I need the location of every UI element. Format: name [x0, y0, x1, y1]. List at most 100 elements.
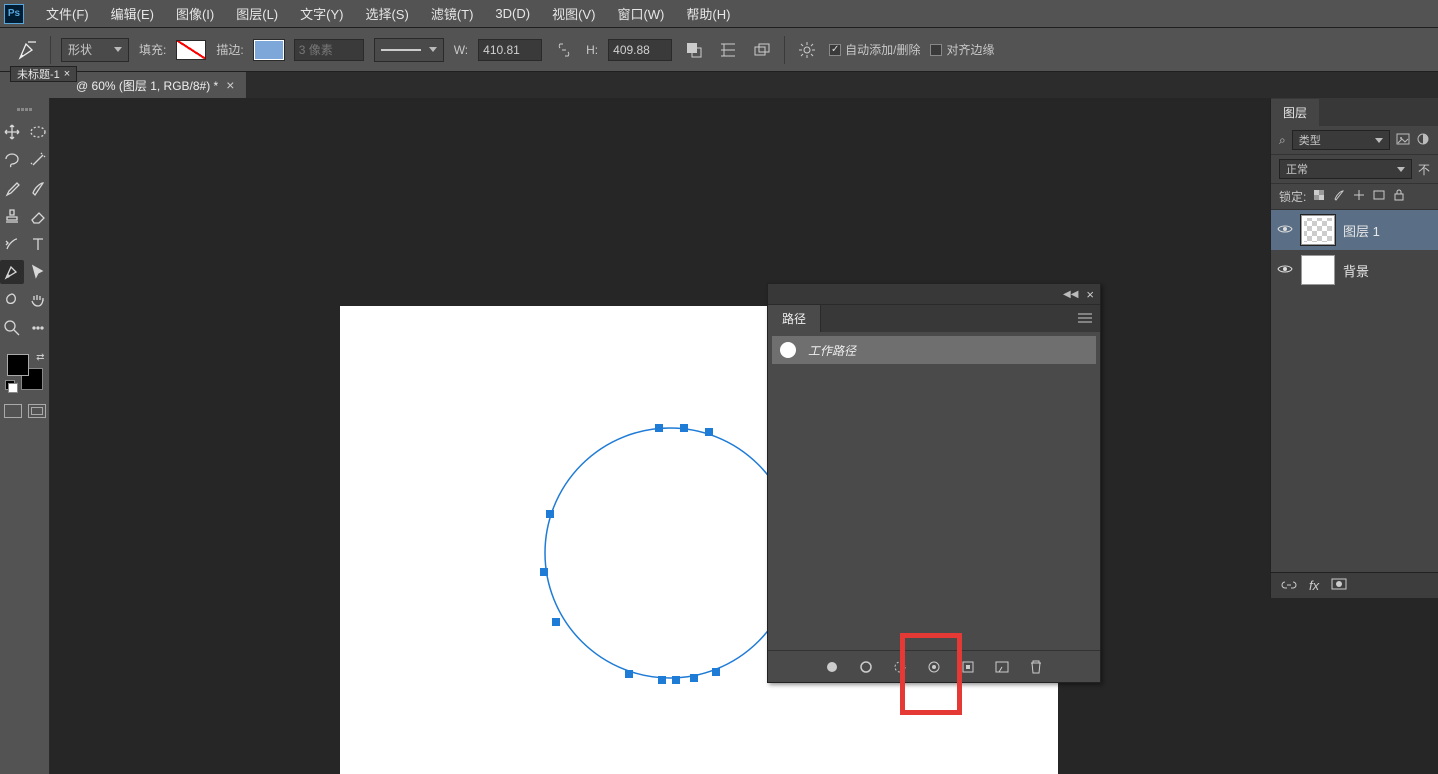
new-path-icon[interactable]: [959, 658, 977, 676]
visibility-icon[interactable]: [1277, 223, 1293, 238]
link-wh-icon[interactable]: [552, 38, 576, 62]
floating-tab[interactable]: 未标题-1 ×: [10, 66, 77, 82]
extras-tool[interactable]: [26, 316, 50, 340]
color-swatches[interactable]: ⇄: [7, 354, 43, 390]
menu-edit[interactable]: 编辑(E): [101, 0, 164, 27]
lock-move-icon[interactable]: [1352, 188, 1366, 205]
default-colors-icon[interactable]: [5, 380, 17, 392]
path-select-tool[interactable]: [26, 260, 50, 284]
height-input[interactable]: 409.88: [608, 39, 672, 61]
selection-to-path-icon[interactable]: [925, 658, 943, 676]
document-tab-title: @ 60% (图层 1, RGB/8#) *: [76, 77, 218, 94]
panel-grip-icon[interactable]: [10, 108, 40, 116]
checkbox-icon: [930, 44, 942, 56]
menu-help[interactable]: 帮助(H): [676, 0, 740, 27]
path-op-icon[interactable]: [682, 38, 706, 62]
stroke-path-icon[interactable]: [857, 658, 875, 676]
visibility-icon[interactable]: [1277, 263, 1293, 278]
menu-type[interactable]: 文字(Y): [290, 0, 353, 27]
quickmask-icon[interactable]: [4, 404, 22, 418]
lock-pixels-icon[interactable]: [1312, 188, 1326, 205]
gear-icon[interactable]: [795, 38, 819, 62]
close-icon[interactable]: ×: [226, 77, 234, 93]
panel-tab-paths[interactable]: 路径: [768, 305, 821, 332]
filter-image-icon[interactable]: [1396, 132, 1410, 149]
tool-mode-dropdown[interactable]: 形状: [61, 38, 129, 62]
layer-thumb-icon: [1301, 215, 1335, 245]
arrange-icon[interactable]: [750, 38, 774, 62]
menu-image[interactable]: 图像(I): [166, 0, 224, 27]
menu-filter[interactable]: 滤镜(T): [421, 0, 484, 27]
separator: [784, 36, 785, 64]
add-mask-from-path-icon[interactable]: [993, 658, 1011, 676]
align-edges-checkbox[interactable]: 对齐边缘: [930, 41, 994, 58]
panel-menu-icon[interactable]: [1078, 311, 1092, 326]
fx-label[interactable]: fx: [1309, 578, 1319, 593]
screenmode-icon[interactable]: [28, 404, 46, 418]
panel-title-bar[interactable]: ◀◀ ×: [768, 284, 1100, 304]
history-brush-tool[interactable]: [0, 232, 24, 256]
stroke-width-input[interactable]: 3 像素: [294, 39, 364, 61]
hand-tool[interactable]: [26, 288, 50, 312]
menu-select[interactable]: 选择(S): [355, 0, 418, 27]
swap-colors-icon[interactable]: ⇄: [36, 352, 44, 363]
align-edges-label: 对齐边缘: [946, 41, 994, 58]
eyedropper-tool[interactable]: [0, 176, 24, 200]
lock-paint-icon[interactable]: [1332, 188, 1346, 205]
lock-artboard-icon[interactable]: [1372, 188, 1386, 205]
filter-adjust-icon[interactable]: [1416, 132, 1430, 149]
lock-label: 锁定:: [1279, 188, 1306, 205]
align-icon[interactable]: [716, 38, 740, 62]
paths-panel[interactable]: ◀◀ × 路径 工作路径: [767, 283, 1101, 683]
stroke-style-dropdown[interactable]: [374, 38, 444, 62]
collapse-icon[interactable]: ◀◀: [1063, 289, 1078, 300]
zoom-tool[interactable]: [0, 316, 24, 340]
fill-swatch[interactable]: [176, 40, 206, 60]
pen-tool[interactable]: [0, 260, 24, 284]
menu-file[interactable]: 文件(F): [36, 0, 99, 27]
h-label: H:: [586, 43, 598, 57]
auto-add-delete-checkbox[interactable]: 自动添加/删除: [829, 41, 920, 58]
layer-row[interactable]: 图层 1: [1271, 210, 1438, 250]
layers-panel[interactable]: 图层 ⌕ 类型 正常 不 锁定: 图层 1 背景: [1270, 98, 1438, 598]
type-tool[interactable]: [26, 232, 50, 256]
magic-wand-tool[interactable]: [26, 148, 50, 172]
width-input[interactable]: 410.81: [478, 39, 542, 61]
link-layers-icon[interactable]: [1281, 577, 1297, 594]
menu-layer[interactable]: 图层(L): [226, 0, 288, 27]
lock-all-icon[interactable]: [1392, 188, 1406, 205]
fill-label: 填充:: [139, 41, 166, 58]
fill-path-icon[interactable]: [823, 658, 841, 676]
move-tool[interactable]: [0, 120, 24, 144]
path-to-selection-icon[interactable]: [891, 658, 909, 676]
close-icon[interactable]: ×: [1086, 287, 1094, 302]
menu-3d[interactable]: 3D(D): [485, 2, 540, 25]
marquee-tool[interactable]: [26, 120, 50, 144]
close-icon[interactable]: ×: [64, 68, 70, 80]
delete-path-icon[interactable]: [1027, 658, 1045, 676]
path-item[interactable]: 工作路径: [772, 336, 1096, 364]
mask-icon[interactable]: [1331, 577, 1347, 594]
chevron-down-icon: [1397, 167, 1405, 172]
opacity-right-label: 不: [1418, 161, 1430, 178]
menu-view[interactable]: 视图(V): [542, 0, 605, 27]
separator: [50, 36, 51, 64]
layer-row[interactable]: 背景: [1271, 250, 1438, 290]
layer-filter-dropdown[interactable]: 类型: [1292, 130, 1390, 150]
active-tool-icon[interactable]: [16, 38, 40, 62]
stroke-swatch[interactable]: [254, 40, 284, 60]
eraser-tool[interactable]: [26, 204, 50, 228]
canvas-area[interactable]: [50, 98, 1438, 774]
blend-mode-dropdown[interactable]: 正常: [1279, 159, 1412, 179]
stamp-tool[interactable]: [0, 204, 24, 228]
lasso-tool[interactable]: [0, 148, 24, 172]
layer-filter-label: 类型: [1299, 132, 1321, 148]
foreground-swatch[interactable]: [7, 354, 29, 376]
app-logo: Ps: [4, 4, 24, 24]
brush-tool[interactable]: [26, 176, 50, 200]
shape-tool[interactable]: [0, 288, 24, 312]
panel-tab-layers[interactable]: 图层: [1271, 99, 1319, 126]
layers-panel-actions: fx: [1271, 572, 1438, 598]
menu-window[interactable]: 窗口(W): [607, 0, 674, 27]
layer-thumb-icon: [1301, 255, 1335, 285]
